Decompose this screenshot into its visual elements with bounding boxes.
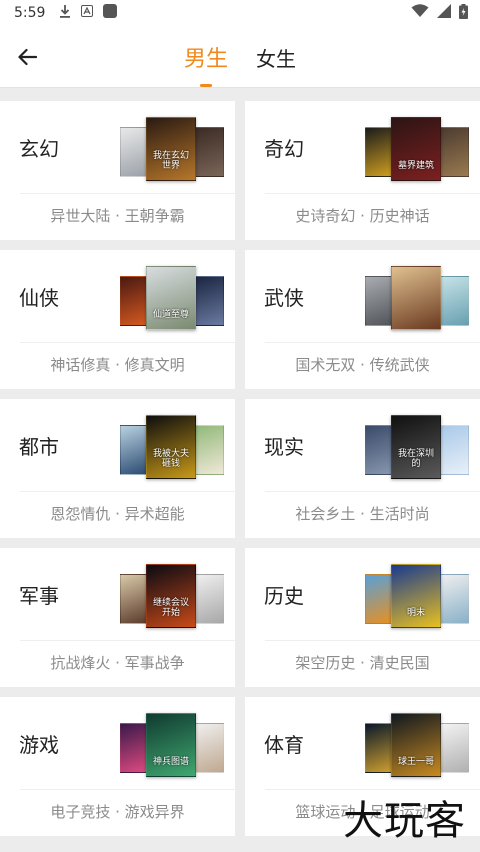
book-covers: 墓界建筑 — [365, 117, 469, 181]
book-cover-title: 仙道至尊 — [152, 310, 189, 321]
book-cover-title: 我被大夫砸钱 — [152, 449, 189, 470]
category-card[interactable]: 游戏神兵图谱电子竞技 · 游戏异界 — [0, 697, 235, 836]
category-subtitle: 电子竞技 · 游戏异界 — [50, 803, 185, 821]
divider — [265, 342, 480, 343]
divider — [20, 640, 235, 641]
book-cover-title: 神兵图谱 — [152, 757, 189, 768]
category-card[interactable]: 军事继续会议开始抗战烽火 · 军事战争 — [0, 548, 235, 687]
book-cover — [192, 276, 224, 326]
book-cover: 我在玄幻世界 — [146, 117, 196, 181]
category-name: 体育 — [264, 733, 304, 757]
book-cover: 明末 — [391, 564, 441, 628]
book-cover: 墓界建筑 — [391, 117, 441, 181]
book-covers: 继续会议开始 — [120, 564, 224, 628]
category-name: 历史 — [264, 584, 304, 608]
book-cover — [391, 266, 441, 330]
category-subtitle: 史诗奇幻 · 历史神话 — [295, 207, 430, 225]
category-card[interactable]: 武侠国术无双 · 传统武侠 — [245, 250, 480, 389]
app-bar: 男生 女生 — [0, 26, 480, 88]
book-cover: 仙道至尊 — [146, 266, 196, 330]
category-card[interactable]: 玄幻我在玄幻世界异世大陆 · 王朝争霸 — [0, 101, 235, 240]
gender-tabs: 男生 女生 — [0, 26, 480, 88]
category-subtitle: 恩怨情仇 · 异术超能 — [50, 505, 185, 523]
category-subtitle: 神话修真 · 修真文明 — [50, 356, 185, 374]
book-cover-title: 继续会议开始 — [152, 598, 189, 619]
category-name: 奇幻 — [264, 137, 304, 161]
book-cover — [192, 127, 224, 177]
tab-female[interactable]: 女生 — [254, 43, 298, 72]
book-covers: 明末 — [365, 564, 469, 628]
book-cover — [192, 425, 224, 475]
book-cover — [437, 425, 469, 475]
category-name: 军事 — [19, 584, 59, 608]
category-subtitle: 抗战烽火 · 军事战争 — [50, 654, 185, 672]
book-cover-title: 墓界建筑 — [397, 161, 434, 172]
book-cover-title: 明末 — [406, 608, 425, 619]
category-subtitle: 异世大陆 · 王朝争霸 — [50, 207, 185, 225]
book-cover — [192, 723, 224, 773]
category-card[interactable]: 奇幻墓界建筑史诗奇幻 · 历史神话 — [245, 101, 480, 240]
book-cover: 我在深圳的 — [391, 415, 441, 479]
book-covers — [365, 266, 469, 330]
category-subtitle: 社会乡土 · 生活时尚 — [295, 505, 430, 523]
category-card[interactable]: 都市我被大夫砸钱恩怨情仇 · 异术超能 — [0, 399, 235, 538]
divider — [20, 789, 235, 790]
book-cover: 神兵图谱 — [146, 713, 196, 777]
book-cover: 我被大夫砸钱 — [146, 415, 196, 479]
category-card[interactable]: 历史明末架空历史 · 清史民国 — [245, 548, 480, 687]
tab-male[interactable]: 男生 — [182, 41, 230, 73]
status-bar: 5:59 — [0, 0, 480, 26]
divider — [20, 342, 235, 343]
download-icon — [59, 4, 71, 22]
book-cover-title: 我在深圳的 — [397, 449, 434, 470]
divider — [265, 491, 480, 492]
book-covers: 我被大夫砸钱 — [120, 415, 224, 479]
divider — [265, 193, 480, 194]
category-subtitle: 架空历史 · 清史民国 — [295, 654, 430, 672]
book-cover-title: 球王一哥 — [397, 757, 434, 768]
square-app-icon — [103, 4, 118, 22]
battery-icon — [459, 3, 468, 23]
book-covers: 仙道至尊 — [120, 266, 224, 330]
book-cover — [437, 574, 469, 624]
book-cover — [437, 723, 469, 773]
watermark-logo: 大玩客 — [343, 798, 466, 844]
category-card[interactable]: 现实我在深圳的社会乡土 · 生活时尚 — [245, 399, 480, 538]
book-cover: 继续会议开始 — [146, 564, 196, 628]
book-cover-title: 我在玄幻世界 — [152, 151, 189, 172]
divider — [265, 640, 480, 641]
category-subtitle: 国术无双 · 传统武侠 — [295, 356, 430, 374]
book-cover — [192, 574, 224, 624]
book-covers: 我在玄幻世界 — [120, 117, 224, 181]
category-name: 武侠 — [264, 286, 304, 310]
book-covers: 球王一哥 — [365, 713, 469, 777]
category-name: 游戏 — [19, 733, 59, 757]
book-cover — [437, 127, 469, 177]
signal-icon — [437, 4, 451, 22]
book-covers: 我在深圳的 — [365, 415, 469, 479]
divider — [20, 193, 235, 194]
wifi-icon — [411, 4, 429, 22]
book-cover — [437, 276, 469, 326]
app-notification-icon — [81, 5, 94, 21]
status-time: 5:59 — [14, 5, 46, 21]
divider — [20, 491, 235, 492]
category-card[interactable]: 仙侠仙道至尊神话修真 · 修真文明 — [0, 250, 235, 389]
category-name: 现实 — [264, 435, 304, 459]
category-name: 都市 — [19, 435, 59, 459]
book-cover: 球王一哥 — [391, 713, 441, 777]
book-covers: 神兵图谱 — [120, 713, 224, 777]
category-name: 玄幻 — [19, 137, 59, 161]
category-name: 仙侠 — [19, 286, 59, 310]
